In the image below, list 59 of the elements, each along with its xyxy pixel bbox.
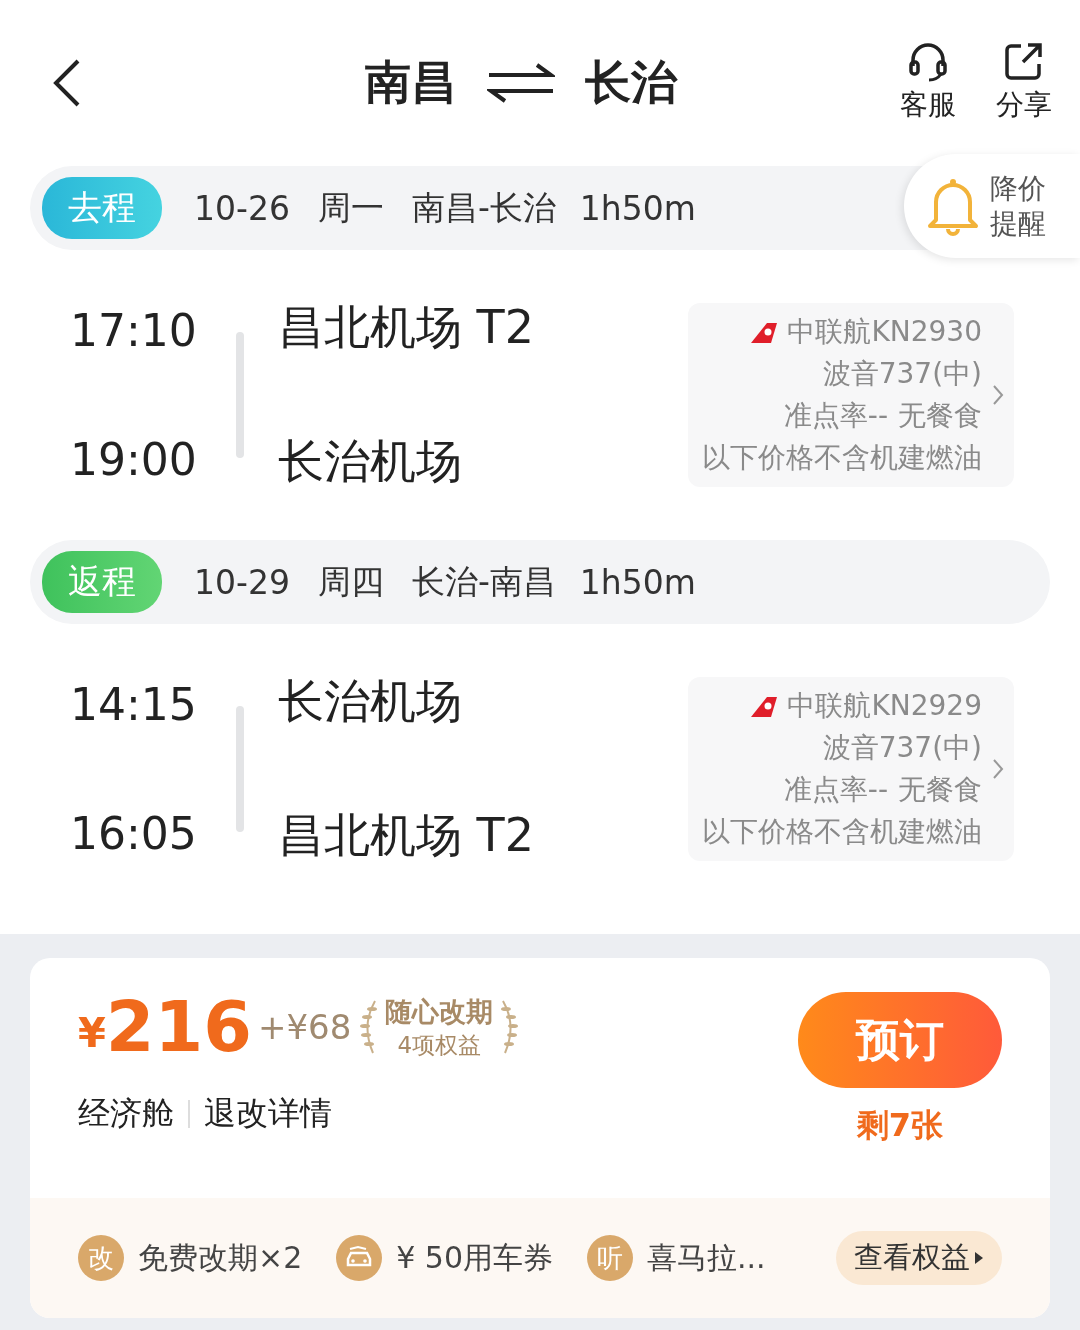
chevron-right-icon <box>992 384 1004 406</box>
price-note: 以下价格不含机建燃油 <box>702 440 982 476</box>
trip-weekday: 周四 <box>317 560 384 603</box>
departure-time: 14:15 <box>70 679 198 730</box>
benefit-label: ¥ 50用车券 <box>396 1238 554 1277</box>
origin-city: 南昌 <box>365 54 457 111</box>
back-icon[interactable] <box>52 58 82 108</box>
on-time-rate: 准点率-- <box>783 398 888 434</box>
departure-time: 17:10 <box>70 305 198 356</box>
refund-change-link[interactable]: 退改详情 <box>204 1092 332 1136</box>
swap-icon[interactable] <box>487 63 555 103</box>
laurel-icon <box>357 999 380 1055</box>
departure-airport: 昌北机场 T2 <box>278 299 535 356</box>
seats-remaining: 剩7张 <box>856 1105 944 1146</box>
headset-icon <box>907 42 949 82</box>
trip-weekday: 周一 <box>317 186 384 229</box>
bell-icon <box>926 176 980 236</box>
benefit-badge: 听 <box>587 1235 634 1281</box>
departure-airport: 长治机场 <box>278 673 463 730</box>
trip-type-badge: 返程 <box>42 551 162 613</box>
trip-route: 长治-南昌 <box>411 560 556 603</box>
trip-duration: 1h50m <box>579 562 696 602</box>
destination-city: 长治 <box>585 54 677 111</box>
customer-service-button[interactable]: 客服 <box>900 42 956 124</box>
car-icon <box>336 1235 383 1281</box>
benefit-badge: 改 <box>78 1235 124 1281</box>
benefit-title: 随心改期 <box>385 994 494 1029</box>
fare-price: 216 <box>105 992 252 1062</box>
price-note: 以下价格不含机建燃油 <box>702 814 982 850</box>
benefit-label: 喜马拉... <box>647 1238 766 1277</box>
view-benefits-button[interactable]: 查看权益 <box>836 1231 1002 1285</box>
aircraft-type: 波音737(中) <box>822 730 982 766</box>
flight-number: 中联航KN2929 <box>787 688 982 724</box>
aircraft-type: 波音737(中) <box>822 356 982 392</box>
on-time-rate: 准点率-- <box>783 772 888 808</box>
trip-date: 10-29 <box>194 562 290 602</box>
triangle-right-icon <box>974 1251 984 1265</box>
airline-logo-icon <box>749 694 778 718</box>
trip-duration: 1h50m <box>579 188 696 228</box>
share-icon <box>1003 42 1045 82</box>
benefit-label: 免费改期×2 <box>138 1238 303 1277</box>
arrival-time: 19:00 <box>70 434 198 485</box>
arrival-airport: 长治机场 <box>278 433 463 490</box>
arrival-time: 16:05 <box>70 808 198 859</box>
trip-date: 10-26 <box>194 188 290 228</box>
price-alert-button[interactable]: 降价 提醒 <box>904 154 1080 258</box>
extra-price: +¥68 <box>257 1007 352 1047</box>
flight-number: 中联航KN2930 <box>787 314 982 350</box>
trip-type-badge: 去程 <box>42 177 162 239</box>
currency-symbol: ¥ <box>78 1010 106 1056</box>
meal-info: 无餐食 <box>898 772 982 808</box>
airline-logo-icon <box>749 320 778 344</box>
arrival-airport: 昌北机场 T2 <box>278 807 535 864</box>
benefit-count: 4项权益 <box>397 1030 482 1060</box>
chevron-right-icon <box>992 758 1004 780</box>
meal-info: 无餐食 <box>898 398 982 434</box>
cabin-class: 经济舱 <box>78 1093 174 1134</box>
share-button[interactable]: 分享 <box>996 42 1052 124</box>
trip-route: 南昌-长治 <box>411 186 556 229</box>
